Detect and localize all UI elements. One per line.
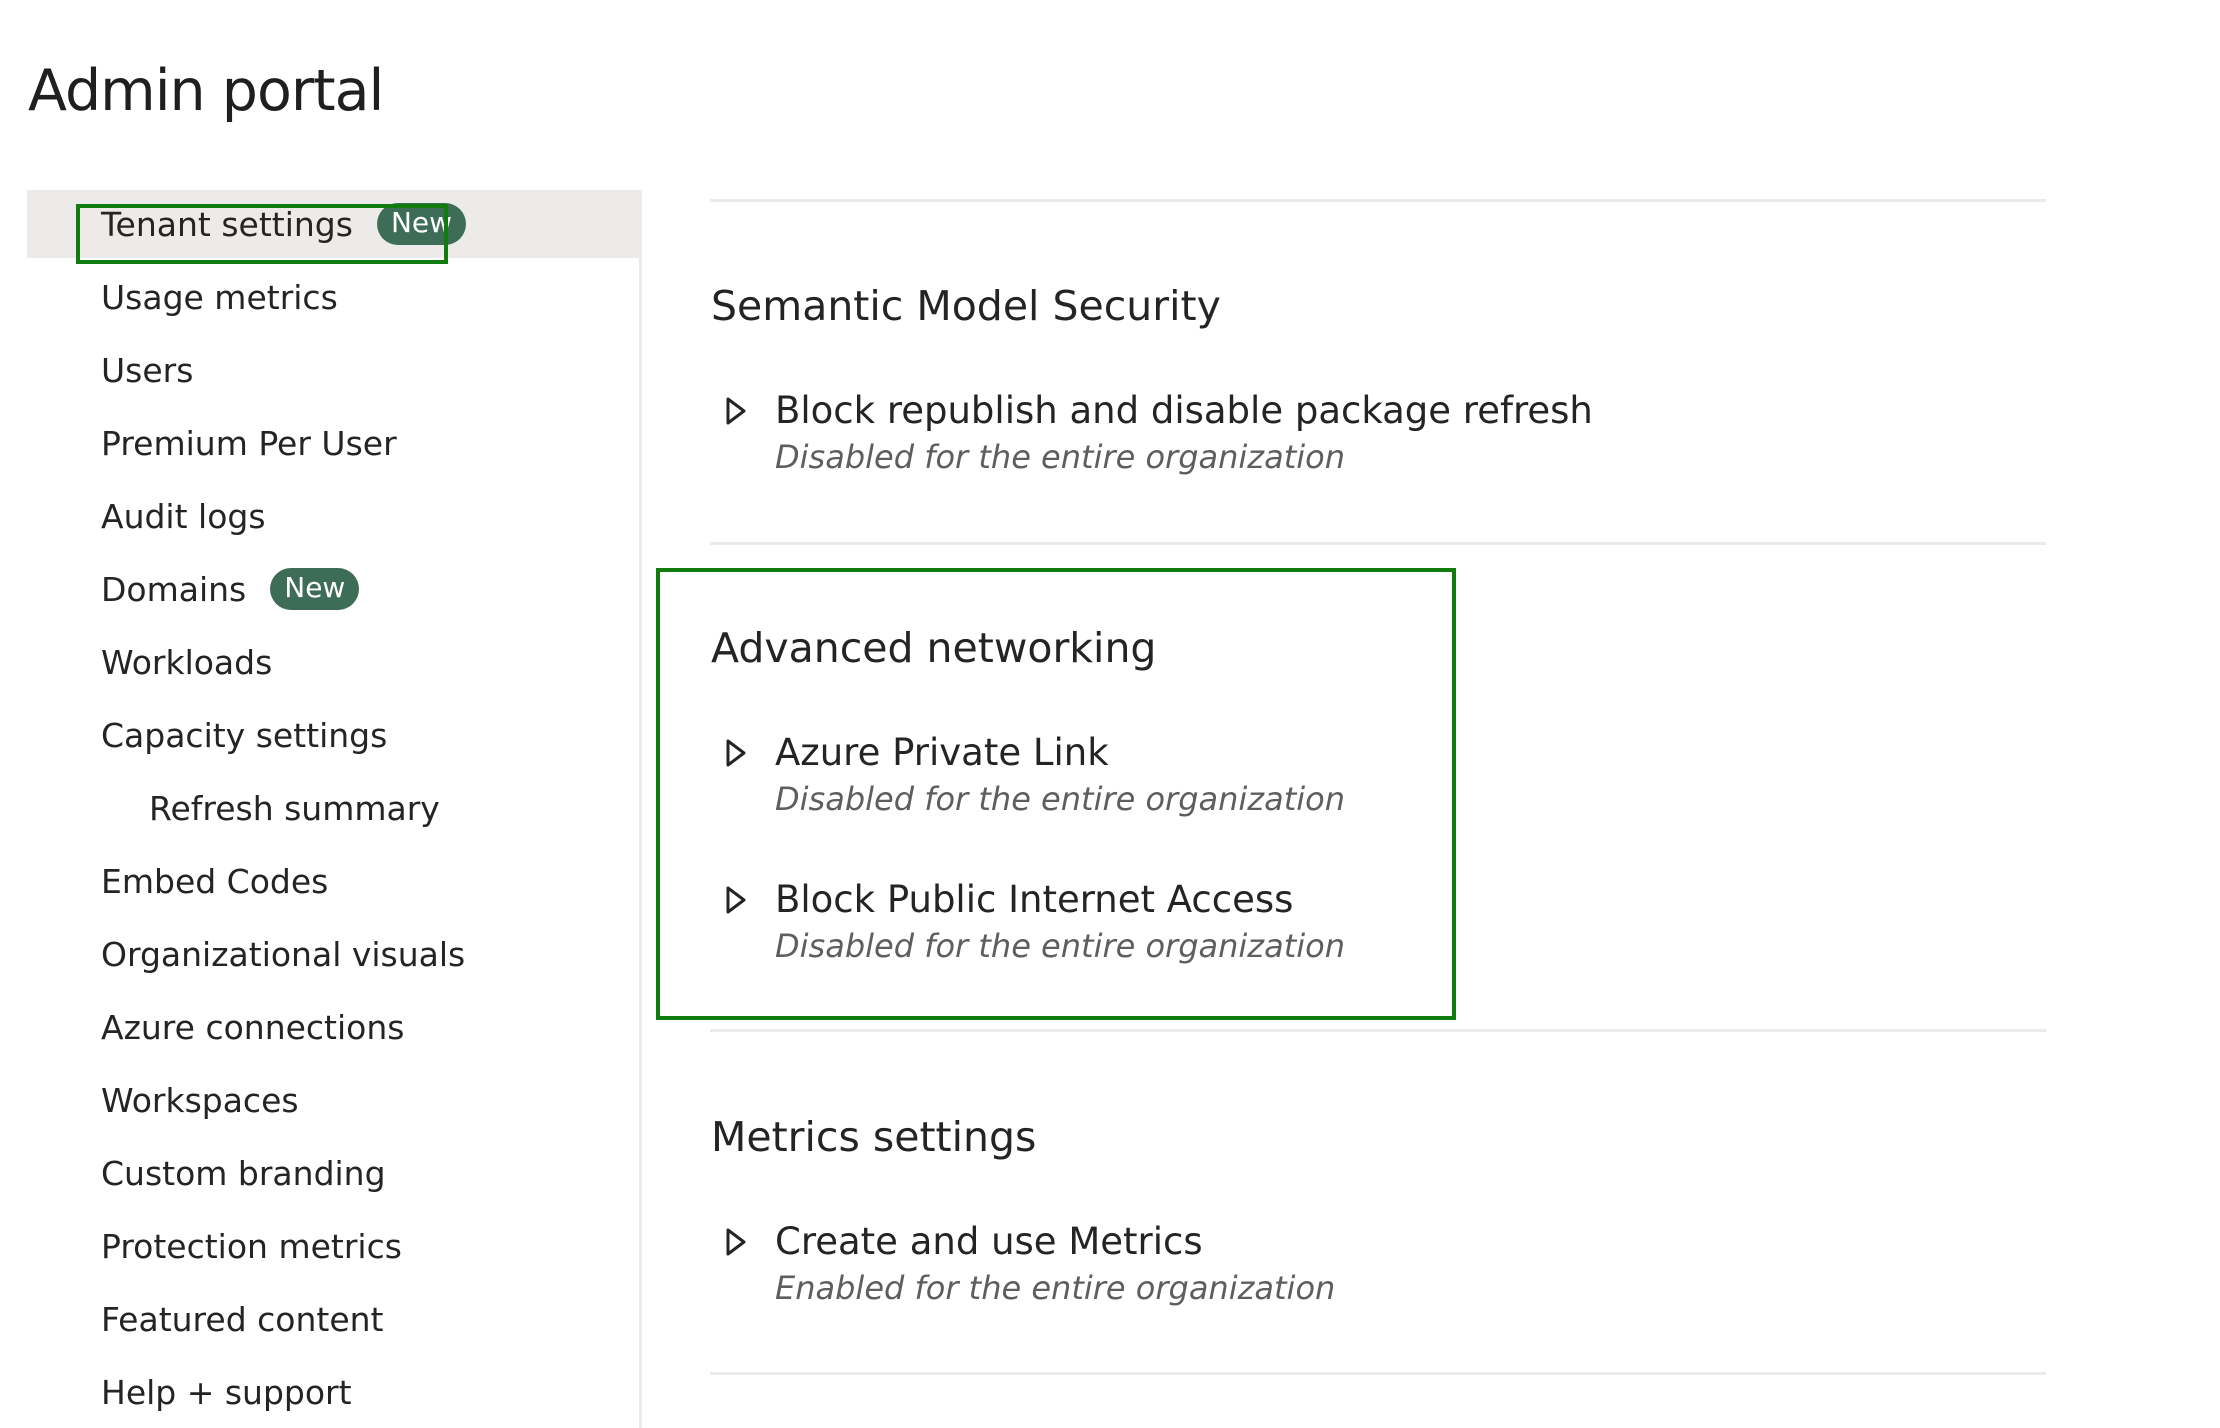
setting-name: Create and use Metrics bbox=[775, 1220, 1203, 1263]
sidebar-item-label: Azure connections bbox=[101, 1007, 405, 1047]
sidebar-item-label: Premium Per User bbox=[101, 423, 397, 463]
sidebar-item-label: Help + support bbox=[101, 1372, 352, 1412]
section-divider bbox=[710, 199, 2046, 202]
sidebar-item-label: Users bbox=[101, 350, 194, 390]
sidebar-item-domains[interactable]: Domains New bbox=[27, 555, 639, 623]
chevron-right-icon[interactable] bbox=[725, 885, 747, 915]
chevron-right-icon[interactable] bbox=[725, 738, 747, 768]
sidebar-item-label: Custom branding bbox=[101, 1153, 386, 1193]
new-badge: New bbox=[270, 568, 360, 610]
sidebar-item-label: Embed Codes bbox=[101, 861, 329, 901]
sidebar-item-audit-logs[interactable]: Audit logs bbox=[27, 482, 639, 550]
section-divider bbox=[710, 1372, 2046, 1375]
sidebar-item-refresh-summary[interactable]: Refresh summary bbox=[27, 774, 639, 842]
sidebar-item-workloads[interactable]: Workloads bbox=[27, 628, 639, 696]
sidebar-item-label: Featured content bbox=[101, 1299, 384, 1339]
sidebar-item-label: Organizational visuals bbox=[101, 934, 466, 974]
section-divider bbox=[710, 542, 2046, 545]
sidebar-item-label: Usage metrics bbox=[101, 277, 338, 317]
section-title-advanced-networking: Advanced networking bbox=[711, 624, 1157, 672]
sidebar-item-protection-metrics[interactable]: Protection metrics bbox=[27, 1212, 639, 1280]
admin-sidebar-nav: Tenant settings New Usage metrics Users … bbox=[27, 190, 642, 1428]
setting-status: Disabled for the entire organization bbox=[775, 438, 1345, 476]
page-title: Admin portal bbox=[28, 58, 384, 124]
setting-name: Block republish and disable package refr… bbox=[775, 389, 1593, 432]
sidebar-item-help-support[interactable]: Help + support bbox=[27, 1358, 639, 1426]
sidebar-item-users[interactable]: Users bbox=[27, 336, 639, 404]
sidebar-item-label: Workspaces bbox=[101, 1080, 299, 1120]
sidebar-item-custom-branding[interactable]: Custom branding bbox=[27, 1139, 639, 1207]
sidebar-item-premium-per-user[interactable]: Premium Per User bbox=[27, 409, 639, 477]
setting-status: Disabled for the entire organization bbox=[775, 780, 1345, 818]
setting-status: Disabled for the entire organization bbox=[775, 927, 1345, 965]
sidebar-item-label: Capacity settings bbox=[101, 715, 388, 755]
sidebar-item-tenant-settings[interactable]: Tenant settings New bbox=[27, 190, 639, 258]
sidebar-item-label: Audit logs bbox=[101, 496, 266, 536]
sidebar-item-label: Workloads bbox=[101, 642, 273, 682]
sidebar-item-azure-connections[interactable]: Azure connections bbox=[27, 993, 639, 1061]
section-title-metrics-settings: Metrics settings bbox=[711, 1113, 1037, 1161]
chevron-right-icon[interactable] bbox=[725, 396, 747, 426]
sidebar-item-organizational-visuals[interactable]: Organizational visuals bbox=[27, 920, 639, 988]
chevron-right-icon[interactable] bbox=[725, 1227, 747, 1257]
sidebar-item-featured-content[interactable]: Featured content bbox=[27, 1285, 639, 1353]
section-divider bbox=[710, 1029, 2046, 1032]
sidebar-item-usage-metrics[interactable]: Usage metrics bbox=[27, 263, 639, 331]
section-title-semantic-model-security: Semantic Model Security bbox=[711, 282, 1221, 330]
setting-status: Enabled for the entire organization bbox=[775, 1269, 1336, 1307]
sidebar-item-embed-codes[interactable]: Embed Codes bbox=[27, 847, 639, 915]
sidebar-item-capacity-settings[interactable]: Capacity settings bbox=[27, 701, 639, 769]
setting-name: Block Public Internet Access bbox=[775, 878, 1294, 921]
sidebar-item-workspaces[interactable]: Workspaces bbox=[27, 1066, 639, 1134]
sidebar-item-label: Protection metrics bbox=[101, 1226, 402, 1266]
sidebar-item-label: Domains bbox=[101, 569, 247, 609]
new-badge: New bbox=[376, 203, 467, 245]
sidebar-item-label: Tenant settings bbox=[101, 204, 353, 244]
setting-name: Azure Private Link bbox=[775, 731, 1109, 774]
sidebar-item-label: Refresh summary bbox=[149, 788, 440, 828]
